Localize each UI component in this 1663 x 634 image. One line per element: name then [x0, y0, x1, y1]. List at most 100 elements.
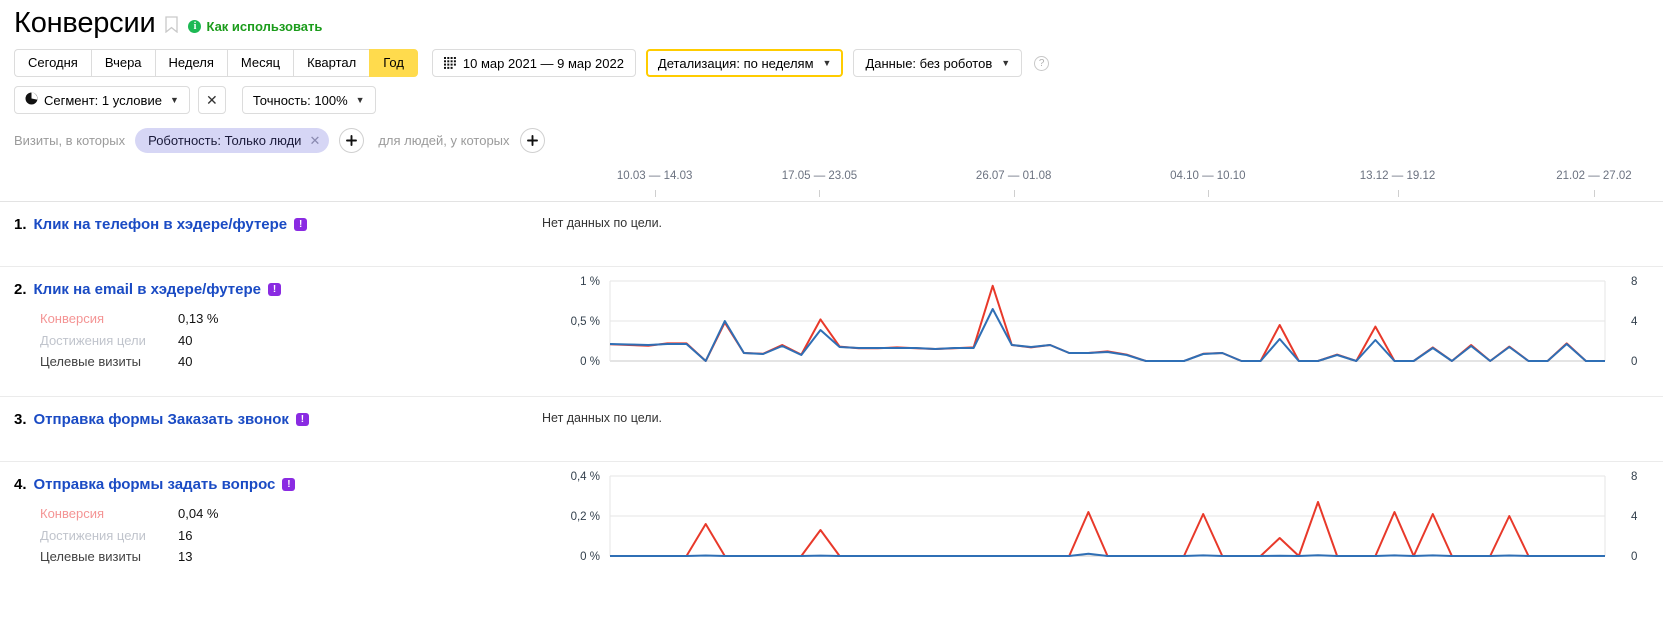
axis-tick-mark — [654, 190, 656, 197]
chart-svg: 0 % 0 0,5 % 4 1 % 8 — [571, 276, 1638, 368]
filter-chip-label: Роботность: Только люди — [148, 133, 302, 148]
filter-row: Визиты, в которых Роботность: Только люд… — [0, 114, 1663, 153]
people-filter-label: для людей, у которых — [378, 133, 510, 148]
goal-name-link[interactable]: Отправка формы задать вопрос — [34, 476, 276, 493]
metric-value: 0,04 % — [178, 506, 219, 521]
y2-axis-tick-label: 8 — [1631, 471, 1637, 483]
alert-badge-icon: ! — [282, 478, 296, 491]
calendar-icon — [443, 57, 456, 69]
metric-value: 40 — [178, 332, 193, 348]
goal-chart-area: Нет данных по цели. — [534, 202, 1663, 233]
goal-reaches-series-line — [609, 308, 1605, 362]
how-to-use-link[interactable]: i Как использовать — [188, 19, 322, 34]
y2-axis-tick-label: 4 — [1631, 511, 1638, 523]
period-month[interactable]: Месяц — [226, 49, 294, 77]
date-range-button[interactable]: 10 мар 2021 — 9 мар 2022 — [431, 49, 636, 77]
add-people-filter-button[interactable] — [519, 128, 545, 153]
chart-svg: 0 % 0 0,2 % 4 0,4 % 8 — [571, 471, 1638, 563]
chart-date-axis: 10.03 — 14.03 17.05 — 23.05 26.07 — 01.08 0… — [0, 166, 1663, 202]
bookmark-icon[interactable] — [165, 16, 179, 38]
metric-conversion: Конверсия 0,04 % — [40, 503, 534, 525]
y-axis-tick-label: 0,5 % — [571, 316, 600, 328]
chevron-down-icon: ▼ — [355, 95, 365, 105]
y-axis-tick-label: 0,2 % — [571, 511, 600, 523]
goal-number: 2. — [14, 281, 27, 298]
segment-toolbar: Сегмент: 1 условие ▼ ✕ Точность: 100% ▼ — [0, 77, 1663, 114]
period-week[interactable]: Неделя — [154, 49, 227, 77]
close-icon[interactable]: ✕ — [309, 133, 320, 149]
date-range-label: 10 мар 2021 — 9 мар 2022 — [462, 55, 624, 71]
question-mark-icon[interactable]: ? — [1034, 55, 1050, 71]
chevron-down-icon: ▼ — [1001, 58, 1011, 68]
goal-number: 1. — [14, 216, 27, 233]
alert-badge-icon: ! — [295, 413, 309, 426]
y-axis-tick-label: 1 % — [580, 276, 600, 288]
y2-axis-tick-label: 0 — [1631, 356, 1637, 368]
accuracy-button[interactable]: Точность: 100% ▼ — [241, 86, 376, 114]
y-axis-tick-label: 0 % — [580, 356, 600, 368]
goal-row: 4. Отправка формы задать вопрос ! Конвер… — [0, 462, 1663, 576]
info-icon: i — [188, 20, 202, 33]
goal-number: 4. — [14, 476, 27, 493]
metric-value: 16 — [178, 527, 193, 543]
metric-goal-reaches: Достижения цели 16 — [40, 525, 534, 547]
conversion-series-line — [610, 501, 1605, 557]
add-visit-filter-button[interactable] — [339, 128, 365, 153]
goal-title[interactable]: 3. Отправка формы Заказать звонок ! — [14, 397, 534, 428]
empty-state-text: Нет данных по цели. — [542, 411, 663, 425]
goal-title[interactable]: 2. Клик на email в хэдере/футере ! — [14, 267, 534, 298]
segment-close-button[interactable]: ✕ — [197, 86, 226, 114]
accuracy-label: Точность: 100% — [252, 92, 348, 108]
goal-chart-area: 0 % 0 0,2 % 4 0,4 % 8 — [534, 462, 1663, 576]
goal-row: 2. Клик на email в хэдере/футере ! Конве… — [0, 267, 1663, 381]
axis-tick-label: 13.12 — 19.12 — [1359, 170, 1436, 182]
page-header: Конверсии i Как использовать — [0, 0, 1663, 40]
visits-filter-label: Визиты, в которых — [14, 133, 126, 148]
goal-name-link[interactable]: Отправка формы Заказать звонок — [34, 411, 289, 428]
metric-label: Конверсия — [40, 506, 105, 521]
period-quarter[interactable]: Квартал — [293, 49, 370, 77]
metric-value: 13 — [178, 549, 193, 564]
data-source-label: Данные: без роботов — [865, 55, 993, 71]
detail-level-button[interactable]: Детализация: по неделям ▼ — [645, 49, 844, 77]
how-to-use-label: Как использовать — [206, 19, 323, 34]
metric-target-visits: Целевые визиты 40 — [40, 351, 534, 373]
metric-target-visits: Целевые визиты 13 — [40, 546, 534, 568]
goal-title[interactable]: 4. Отправка формы задать вопрос ! — [14, 462, 534, 493]
goal-metrics: Конверсия 0,04 % Достижения цели 16 Целе… — [14, 503, 534, 568]
period-button-group: Сегодня Вчера Неделя Месяц Квартал Год — [14, 49, 418, 77]
metric-label: Целевые визиты — [40, 549, 142, 564]
y-axis-tick-label: 0,4 % — [571, 471, 600, 483]
goal-name-link[interactable]: Клик на email в хэдере/футере — [34, 281, 261, 298]
chevron-down-icon: ▼ — [822, 58, 832, 68]
goal-info: 3. Отправка формы Заказать звонок ! — [0, 397, 534, 428]
period-year[interactable]: Год — [369, 49, 418, 77]
data-source-button[interactable]: Данные: без роботов ▼ — [853, 49, 1023, 77]
metric-label: Целевые визиты — [40, 354, 142, 369]
goal-name-link[interactable]: Клик на телефон в хэдере/футере — [34, 216, 288, 233]
metric-label: Конверсия — [40, 311, 105, 326]
period-yesterday[interactable]: Вчера — [90, 49, 155, 77]
metric-label: Достижения цели — [40, 527, 146, 543]
segment-button[interactable]: Сегмент: 1 условие ▼ — [14, 86, 190, 114]
metric-goal-reaches: Достижения цели 40 — [40, 330, 534, 352]
metric-value: 0,13 % — [178, 311, 219, 326]
conversion-chart[interactable]: 0 % 0 0,5 % 4 1 % 8 — [534, 267, 1663, 381]
goal-chart-area: 0 % 0 0,5 % 4 1 % 8 — [534, 267, 1663, 381]
y2-axis-tick-label: 0 — [1631, 551, 1637, 563]
conversion-chart[interactable]: 0 % 0 0,2 % 4 0,4 % 8 — [534, 462, 1663, 576]
goal-title[interactable]: 1. Клик на телефон в хэдере/футере ! — [14, 202, 534, 233]
goal-number: 3. — [14, 411, 27, 428]
axis-tick-mark — [819, 190, 821, 197]
period-today[interactable]: Сегодня — [14, 49, 91, 77]
pie-chart-icon — [25, 92, 38, 108]
filter-chip-robots[interactable]: Роботность: Только люди ✕ — [135, 128, 330, 153]
metric-conversion: Конверсия 0,13 % — [40, 308, 534, 330]
goal-chart-area: Нет данных по цели. — [534, 397, 1663, 428]
metric-value: 40 — [178, 354, 193, 369]
chevron-down-icon: ▼ — [169, 95, 179, 105]
conversion-series-line — [609, 284, 1605, 362]
axis-tick-mark — [1013, 190, 1015, 197]
axis-tick-label: 26.07 — 01.08 — [975, 170, 1052, 182]
goal-row: 3. Отправка формы Заказать звонок ! Нет … — [0, 397, 1663, 428]
